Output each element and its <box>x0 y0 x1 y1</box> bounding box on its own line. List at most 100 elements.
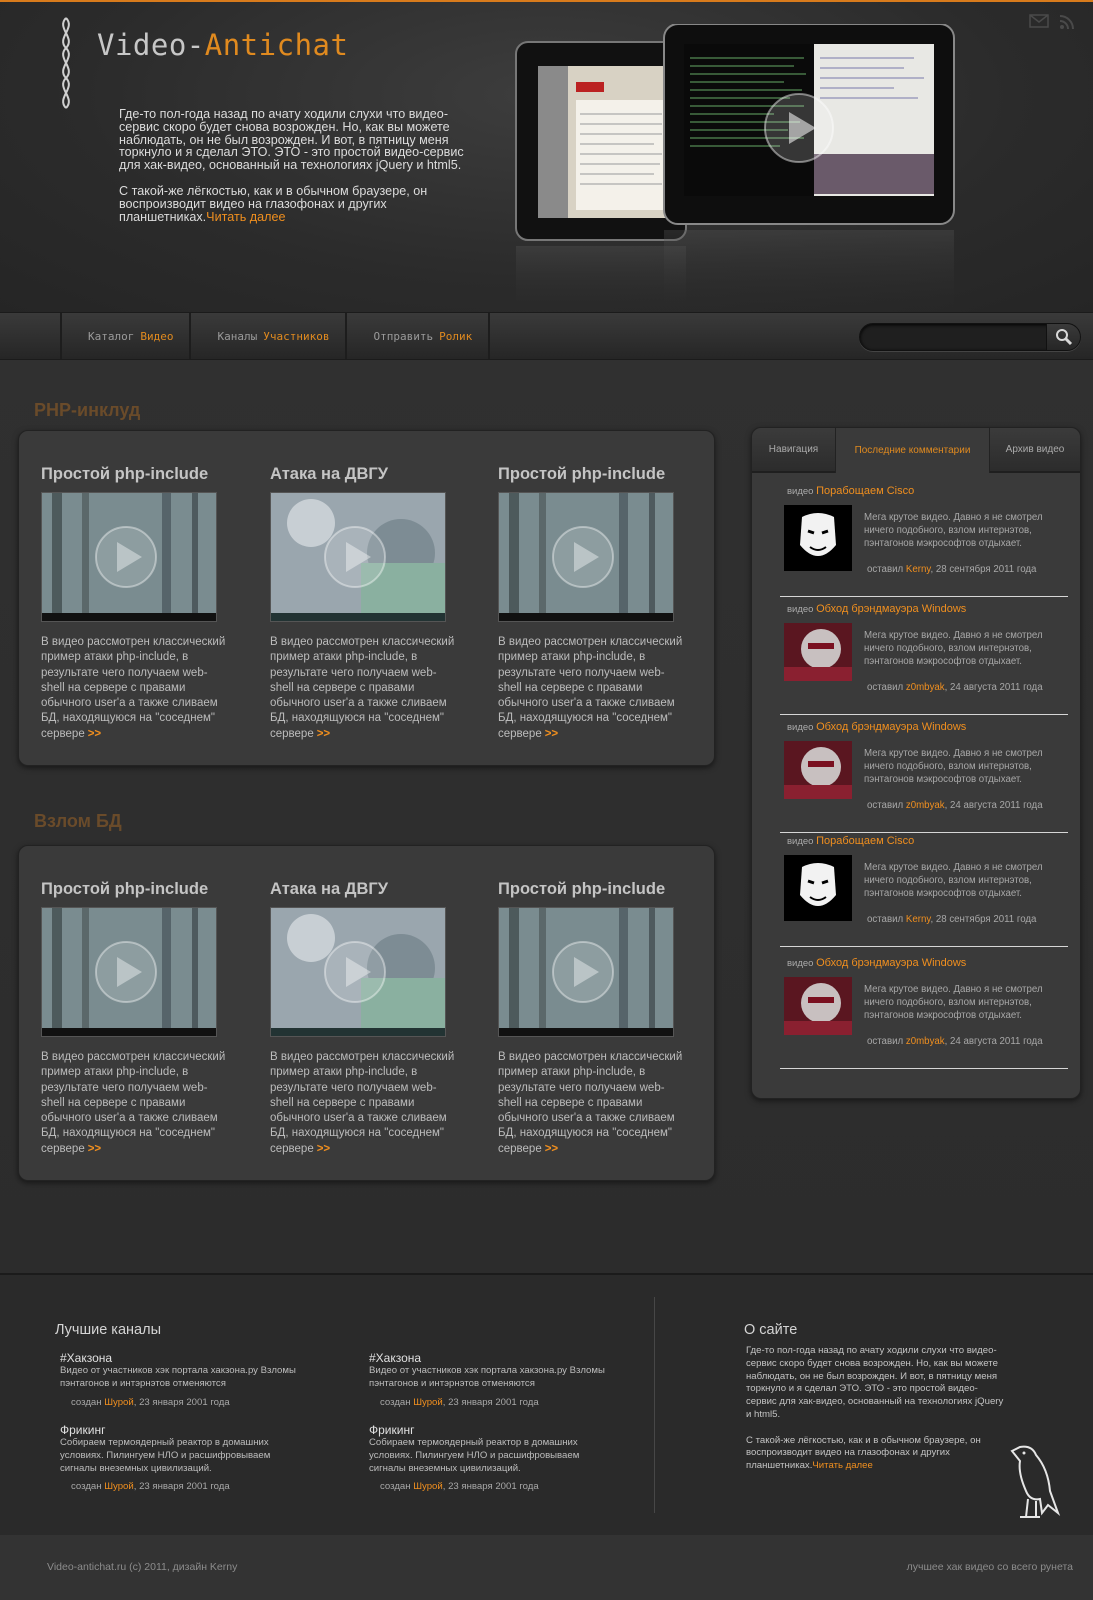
more-link[interactable]: >> <box>545 728 558 740</box>
comment-text: Мега крутое видео. Давно я не смотрел ни… <box>864 984 1043 1021</box>
mask-avatar-image <box>784 505 852 571</box>
comment-text: Мега крутое видео. Давно я не смотрел ни… <box>864 748 1043 785</box>
comment-author-link[interactable]: Kerny <box>906 914 931 925</box>
nav-item-catalog[interactable]: Каталог Видео <box>60 313 189 359</box>
video-thumbnail[interactable] <box>498 907 674 1037</box>
comment-date: , 24 августа 2011 года <box>944 800 1043 811</box>
rss-icon[interactable] <box>1059 14 1075 30</box>
comment-head: видео Обход брэндмауэра Windows <box>787 603 966 615</box>
more-link[interactable]: >> <box>88 728 101 740</box>
comment-video-link[interactable]: Обход брэндмауэра Windows <box>816 721 966 733</box>
channel-date: , 23 января 2001 года <box>133 1481 230 1493</box>
nav-item-label: Каталог <box>88 329 135 343</box>
red-avatar-image <box>784 977 852 1035</box>
more-link[interactable]: >> <box>88 1143 101 1155</box>
intro-text: Где-то пол-года назад по ачату ходили сл… <box>119 108 479 236</box>
crow-icon <box>1010 1445 1061 1518</box>
video-title[interactable]: Атака на ДВГУ <box>270 880 460 899</box>
site-logo[interactable]: Video-Antichat <box>97 28 348 62</box>
video-title[interactable]: Простой php-include <box>498 880 688 899</box>
comment-video-link[interactable]: Обход брэндмауэра Windows <box>816 957 966 969</box>
tab-latest-comments[interactable]: Последние комментарии <box>835 428 990 473</box>
channel-name[interactable]: Фрикинг <box>369 1423 609 1437</box>
section-title: PHP-инклуд <box>34 400 141 420</box>
channel-name[interactable]: #Хакзона <box>60 1351 300 1365</box>
bottom-bar: Video-antichat.ru (c) 2011, дизайн Kerny… <box>0 1535 1093 1600</box>
channel-item: #Хакзона Видео от участников хэк портала… <box>60 1351 300 1408</box>
video-title[interactable]: Атака на ДВГУ <box>270 465 460 484</box>
comment-item: видео Обход брэндмауэра Windows Мега кру… <box>780 957 1068 1069</box>
nav-item-channels[interactable]: Каналы Участников <box>189 313 345 359</box>
logo-accent: Antichat <box>204 28 349 62</box>
mail-icon[interactable] <box>1029 14 1049 28</box>
channel-by: создан <box>71 1481 102 1493</box>
channels-title: Лучшие каналы <box>55 1322 161 1338</box>
comment-video-link[interactable]: Порабощаем Cisco <box>816 485 914 497</box>
thumbnail-forest-image <box>42 908 216 1036</box>
comment-author-link[interactable]: z0mbyak <box>906 800 945 811</box>
avatar[interactable] <box>784 505 852 571</box>
comment-prefix: видео <box>787 486 814 497</box>
video-card: Простой php-include В видео рассмотрен к… <box>41 465 231 742</box>
comment-author-link[interactable]: z0mbyak <box>906 1036 945 1047</box>
channel-name[interactable]: Фрикинг <box>60 1423 300 1437</box>
comment-date: , 28 сентября 2011 года <box>930 914 1037 925</box>
video-thumbnail[interactable] <box>41 907 217 1037</box>
comment-head: видео Порабощаем Cisco <box>787 485 914 497</box>
video-title[interactable]: Простой php-include <box>41 880 231 899</box>
channel-author-link[interactable]: Шурой <box>104 1397 134 1408</box>
search-button[interactable] <box>1046 324 1080 350</box>
comment-author-link[interactable]: Kerny <box>906 564 931 575</box>
channel-date: , 23 января 2001 года <box>442 1481 539 1493</box>
video-thumbnail[interactable] <box>41 492 217 622</box>
tab-video-archive[interactable]: Архив видео <box>990 428 1080 473</box>
comment-video-link[interactable]: Порабощаем Cisco <box>816 835 914 847</box>
read-more-link[interactable]: Читать далее <box>206 210 285 224</box>
about-read-more-link[interactable]: Читать далее <box>812 1460 872 1471</box>
comment-head: видео Обход брэндмауэра Windows <box>787 957 966 969</box>
channel-author-link[interactable]: Шурой <box>104 1481 134 1492</box>
video-title[interactable]: Простой php-include <box>498 465 688 484</box>
video-card: Атака на ДВГУ В видео рассмотрен классич… <box>270 880 460 1157</box>
video-description: В видео рассмотрен классический пример а… <box>41 635 226 742</box>
about-text: Где-то пол-года назад по ачату ходили сл… <box>746 1345 1006 1486</box>
copyright: Video-antichat.ru (c) 2011, дизайн Kerny <box>47 1561 238 1573</box>
comment-date: , 28 сентября 2011 года <box>930 564 1037 575</box>
more-link[interactable]: >> <box>317 728 330 740</box>
channel-author-link[interactable]: Шурой <box>413 1397 443 1408</box>
avatar[interactable] <box>784 977 852 1043</box>
nav-item-label: Отправить <box>373 329 434 343</box>
channel-name[interactable]: #Хакзона <box>369 1351 609 1365</box>
channel-item: Фрикинг Собираем термоядерный реактор в … <box>369 1423 609 1492</box>
comment-by: оставил <box>867 800 904 811</box>
about-paragraph-2: С такой-же лёгкостью, как и в обычном бр… <box>746 1435 1006 1473</box>
avatar[interactable] <box>784 741 852 807</box>
thumbnail-forest-image <box>499 908 673 1036</box>
nav-item-submit[interactable]: Отправить Ролик <box>345 313 491 359</box>
avatar[interactable] <box>784 623 852 689</box>
channel-by: создан <box>71 1396 102 1408</box>
comment-date: , 24 августа 2011 года <box>944 1036 1043 1047</box>
more-link[interactable]: >> <box>545 1143 558 1155</box>
comment-meta: оставил z0mbyak, 24 августа 2011 года <box>867 800 1043 811</box>
video-description: В видео рассмотрен классический пример а… <box>498 1050 683 1157</box>
video-thumbnail[interactable] <box>498 492 674 622</box>
tab-navigation[interactable]: Навигация <box>752 428 835 473</box>
channel-author-link[interactable]: Шурой <box>413 1481 443 1492</box>
comment-author-link[interactable]: z0mbyak <box>906 682 945 693</box>
comment-video-link[interactable]: Обход брэндмауэра Windows <box>816 603 966 615</box>
main-nav: Каталог Видео Каналы Участников Отправить Р… <box>0 312 1093 360</box>
video-thumbnail[interactable] <box>270 492 446 622</box>
search-input[interactable] <box>872 329 1042 346</box>
channel-by: создан <box>380 1396 411 1408</box>
video-thumbnail[interactable] <box>270 907 446 1037</box>
more-link[interactable]: >> <box>317 1143 330 1155</box>
avatar[interactable] <box>784 855 852 921</box>
comment-item: видео Обход брэндмауэра Windows Мега кру… <box>780 603 1068 715</box>
comment-item: видео Порабощаем Cisco Мега крутое видео… <box>780 485 1068 597</box>
channel-description: Собираем термоядерный реактор в домашних… <box>60 1437 271 1474</box>
header: Video-Antichat Где-то пол-года назад по … <box>0 0 1093 314</box>
comment-by: оставил <box>867 682 904 693</box>
comment-by: оставил <box>867 564 904 575</box>
video-title[interactable]: Простой php-include <box>41 465 231 484</box>
